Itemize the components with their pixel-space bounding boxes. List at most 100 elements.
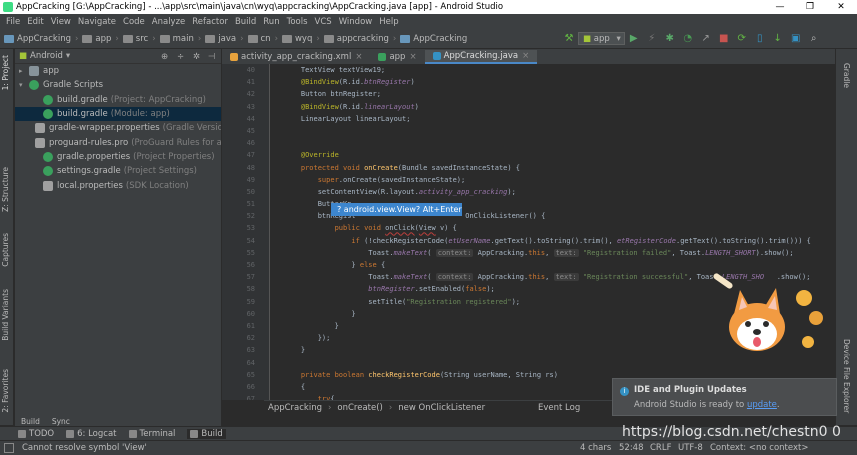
close-icon[interactable]: × <box>409 52 416 62</box>
tree-item-hint: (Project Properties) <box>133 151 215 162</box>
menu-run[interactable]: Run <box>263 17 279 27</box>
menu-code[interactable]: Code <box>123 17 145 27</box>
code-token: , Toast. <box>671 248 706 257</box>
minimize-button[interactable]: — <box>765 0 795 14</box>
tool-window-structure[interactable]: Z: Structure <box>1 167 10 212</box>
cursor-position[interactable]: 52:48 <box>619 443 644 453</box>
tool-window-logcat[interactable]: 6: Logcat <box>66 429 117 439</box>
line-number: 40 <box>246 66 255 74</box>
tool-window-todo[interactable]: TODO <box>18 429 54 439</box>
crumb-anonymous-class[interactable]: new OnClickListener <box>398 403 485 413</box>
project-icon <box>4 34 14 43</box>
crumb-class[interactable]: AppCracking <box>268 403 322 413</box>
menu-build[interactable]: Build <box>235 17 256 27</box>
menu-analyze[interactable]: Analyze <box>152 17 186 27</box>
layout-inspector-icon[interactable]: ▣ <box>790 33 802 45</box>
editor-tab[interactable]: app × <box>370 50 424 64</box>
tool-window-project[interactable]: 1: Project <box>1 55 10 90</box>
breadcrumb-item[interactable]: java › <box>205 33 244 44</box>
tree-item[interactable]: gradle-wrapper.properties(Gradle Version… <box>15 121 221 135</box>
breadcrumb-item[interactable]: AppCracking <box>400 34 467 44</box>
tool-window-captures[interactable]: Captures <box>1 233 10 267</box>
tool-window-favorites[interactable]: 2: Favorites <box>1 369 10 413</box>
maximize-button[interactable]: ❐ <box>795 0 825 14</box>
project-view-selector[interactable]: Android <box>30 51 63 61</box>
breadcrumb-item[interactable]: src › <box>122 34 156 44</box>
update-notification[interactable]: i IDE and Plugin Updates Android Studio … <box>612 378 837 416</box>
line-number: 52 <box>246 212 255 221</box>
breadcrumb-item[interactable]: AppCracking › <box>4 34 78 44</box>
breadcrumb-item[interactable]: app › <box>82 34 119 44</box>
tree-item[interactable]: ▸ app <box>15 64 221 78</box>
avd-manager-icon[interactable]: ▯ <box>754 33 766 45</box>
sdk-manager-icon[interactable]: ↓ <box>772 33 784 45</box>
corgi-sticker-image <box>713 273 823 351</box>
menu-view[interactable]: View <box>51 17 71 27</box>
run-config-selector[interactable]: ■ app ▾ <box>578 32 625 45</box>
make-project-icon[interactable]: ⚒ <box>563 33 575 45</box>
tool-window-terminal[interactable]: Terminal <box>128 429 175 439</box>
todo-icon <box>18 429 26 438</box>
menu-refactor[interactable]: Refactor <box>192 17 228 27</box>
sync-tab[interactable]: Sync <box>52 417 70 426</box>
line-number: 59 <box>246 297 255 306</box>
tree-item[interactable]: proguard-rules.pro (ProGuard Rules for ap <box>15 135 221 149</box>
stop-icon[interactable]: ■ <box>718 33 730 45</box>
menu-file[interactable]: File <box>6 17 20 27</box>
tree-item[interactable]: settings.gradle (Project Settings) <box>15 164 221 178</box>
collapse-icon[interactable]: ÷ <box>177 52 184 62</box>
build-tab[interactable]: Build <box>21 417 40 426</box>
hide-icon[interactable]: ⊣ <box>208 52 215 62</box>
context-selector[interactable]: Context: <no context> <box>710 443 808 453</box>
sync-gradle-icon[interactable]: ⟳ <box>736 33 748 45</box>
apply-changes-icon[interactable]: ⚡ <box>646 33 658 45</box>
close-icon[interactable]: × <box>522 51 529 61</box>
menu-edit[interactable]: Edit <box>27 17 43 27</box>
chevron-down-icon[interactable]: ▾ <box>66 51 70 61</box>
notification-body: Android Studio is ready to update. <box>634 400 780 410</box>
event-log-label[interactable]: Event Log <box>538 403 580 413</box>
editor-tab[interactable]: AppCracking.java × <box>424 50 538 64</box>
run-icon[interactable]: ▶ <box>628 33 640 45</box>
sync-icon[interactable]: ⊕ <box>161 52 168 62</box>
toggle-tool-windows-icon[interactable] <box>4 443 14 453</box>
update-link[interactable]: update <box>747 400 777 410</box>
tree-item[interactable]: build.gradle (Project: AppCracking) <box>15 93 221 107</box>
code-line: TextView textView19; <box>271 64 835 76</box>
tool-window-device-file-explorer[interactable]: Device File Explorer <box>842 339 851 413</box>
tree-item-hint: (Gradle Version) <box>162 123 221 134</box>
breadcrumb-item[interactable]: appcracking › <box>323 34 396 44</box>
line-separator[interactable]: CRLF <box>650 443 671 453</box>
breadcrumb-item[interactable]: cn › <box>247 34 278 44</box>
debug-icon[interactable]: ✱ <box>664 33 676 45</box>
gear-icon[interactable]: ✲ <box>193 52 200 62</box>
code-token: LENGTH_SHORT <box>705 248 756 257</box>
breadcrumb-item[interactable]: wyq › <box>281 34 320 44</box>
tool-window-build-variants[interactable]: Build Variants <box>1 289 10 341</box>
code-token: ( <box>427 248 436 257</box>
tree-item[interactable]: ▾ Gradle Scripts <box>15 78 221 92</box>
tree-item[interactable]: gradle.properties (Project Properties) <box>15 150 221 164</box>
menu-window[interactable]: Window <box>339 17 373 27</box>
menu-vcs[interactable]: VCS <box>315 17 332 27</box>
editor-tab[interactable]: activity_app_cracking.xml × <box>222 50 370 64</box>
tree-item[interactable]: local.properties (SDK Location) <box>15 178 221 192</box>
menu-navigate[interactable]: Navigate <box>78 17 116 27</box>
profile-icon[interactable]: ◔ <box>682 33 694 45</box>
tool-window-build[interactable]: Build <box>187 428 226 439</box>
menu-help[interactable]: Help <box>379 17 398 27</box>
search-icon[interactable]: ⌕ <box>808 33 820 45</box>
close-icon[interactable]: × <box>355 52 362 62</box>
crumb-method[interactable]: onCreate() <box>337 403 382 413</box>
code-token: AppCracking. <box>473 273 529 282</box>
import-hint-tooltip[interactable]: ? android.view.View? Alt+Enter <box>331 203 462 216</box>
attach-debugger-icon[interactable]: ↗ <box>700 33 712 45</box>
menu-tools[interactable]: Tools <box>287 17 308 27</box>
breadcrumb-item[interactable]: main › <box>159 34 201 44</box>
close-button[interactable]: ✕ <box>826 0 856 14</box>
tree-item[interactable]: build.gradle (Module: app) <box>15 106 221 122</box>
file-encoding[interactable]: UTF-8 <box>678 443 703 453</box>
tool-window-gradle[interactable]: Gradle <box>842 63 851 88</box>
code-token: .getText().toString().trim(), <box>490 236 617 245</box>
chevron-right-icon: › <box>240 33 244 44</box>
